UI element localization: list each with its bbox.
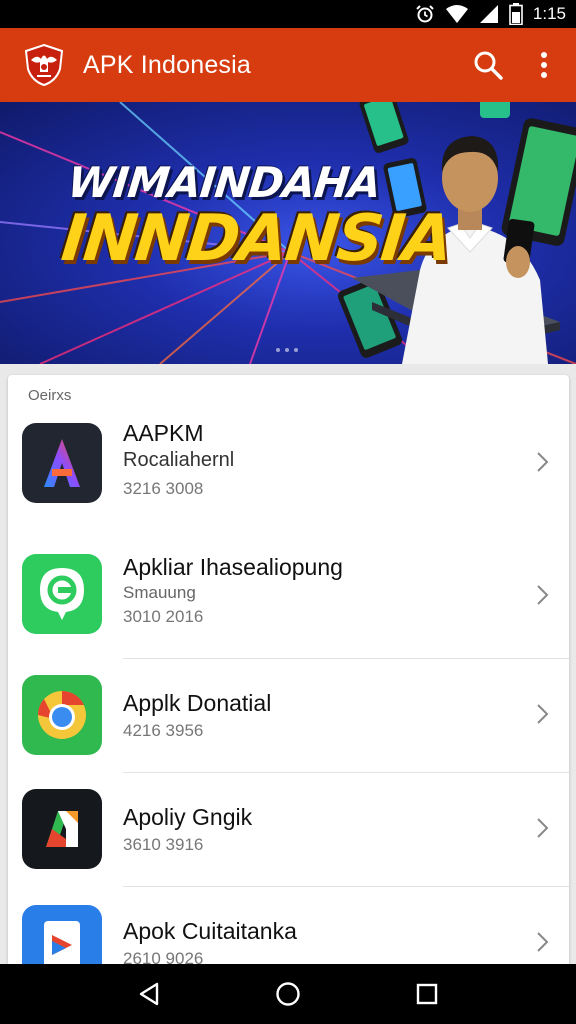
status-bar: 1:15 <box>0 0 576 28</box>
chevron-right-icon <box>537 452 549 472</box>
recents-icon <box>416 983 437 1005</box>
app-meta: 4216 3956 <box>123 721 204 740</box>
list-item[interactable]: Apoliy Gngik 3610 3916 <box>8 773 569 886</box>
banner-headline-bottom: INNDANSIA <box>58 202 455 276</box>
battery-icon <box>509 3 523 25</box>
home-icon <box>276 982 300 1006</box>
chevron-right-icon <box>537 818 549 838</box>
app-name: AAPKM <box>123 420 204 446</box>
status-time: 1:15 <box>532 4 566 23</box>
list-item[interactable]: AAPKM Rocaliahernl 3216 3008 <box>8 415 569 550</box>
list-header: Oeirxs <box>28 387 72 404</box>
app-logo-icon[interactable] <box>22 43 66 87</box>
indicator-dot <box>294 348 298 352</box>
browser-icon <box>22 675 102 755</box>
app-meta: 3010 2016 <box>123 607 204 626</box>
app-name: Applk Donatial <box>123 690 272 716</box>
list-item[interactable]: Apkliar Ihasealiopung Smauung 3010 2016 <box>8 550 569 658</box>
app-title: APK Indonesia <box>83 50 251 79</box>
wifi-icon <box>445 5 468 23</box>
banner-page-indicator[interactable] <box>276 348 298 352</box>
back-icon <box>140 982 159 1006</box>
app-meta: 3610 3916 <box>123 835 204 854</box>
app-bar: APK Indonesia <box>0 28 576 102</box>
alarm-icon <box>416 5 434 23</box>
app-name: Apok Cuitaitanka <box>123 918 297 944</box>
apps-list-card: Oeirxs AAPKM Rocaliahernl 3216 3008 Apkl… <box>8 375 569 975</box>
home-button[interactable] <box>258 964 318 1024</box>
system-nav-bar <box>0 964 576 1024</box>
search-icon <box>474 51 503 80</box>
banner-headline-top: WIMAINDAHA <box>65 158 383 207</box>
list-item[interactable]: Apok Cuitaitanka 2610 9026 <box>8 887 569 975</box>
promo-banner[interactable]: WIMAINDAHA INNDANSIA <box>0 102 576 364</box>
app-name: Apoliy Gngik <box>123 804 253 830</box>
chevron-right-icon <box>537 585 549 605</box>
chevron-right-icon <box>537 704 549 724</box>
more-options-button[interactable] <box>516 37 572 93</box>
app-subtitle: Rocaliahernl <box>123 449 235 471</box>
back-button[interactable] <box>119 964 179 1024</box>
more-vert-icon <box>541 52 547 78</box>
signal-icon <box>479 5 498 23</box>
green-chat-icon <box>22 554 102 634</box>
recents-button[interactable] <box>397 964 457 1024</box>
app-meta: 3216 3008 <box>123 479 204 498</box>
app-name: Apkliar Ihasealiopung <box>123 554 343 580</box>
colorful-k-icon <box>22 789 102 869</box>
indicator-dot <box>276 348 280 352</box>
search-button[interactable] <box>460 37 516 93</box>
list-item[interactable]: Applk Donatial 4216 3956 <box>8 659 569 772</box>
chevron-right-icon <box>537 932 549 952</box>
indicator-dot <box>285 348 289 352</box>
app-subtitle: Smauung <box>123 583 196 602</box>
apkm-a-icon <box>22 423 102 503</box>
